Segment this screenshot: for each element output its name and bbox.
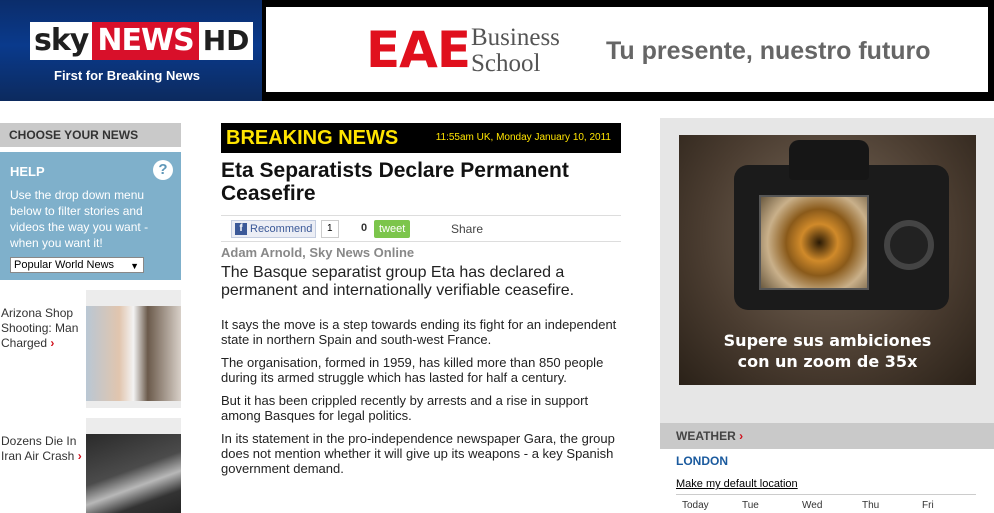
tweet-button[interactable]: tweet [374,220,411,238]
eae-slogan: Tu presente, nuestro futuro [606,37,931,65]
weather-day: Tue [742,500,759,511]
article-paragraph: But it has been crippled recently by arr… [221,393,589,423]
chevron-down-icon: ▼ [130,261,139,271]
article-intro: The Basque separatist group Eta has decl… [221,264,575,299]
story-title: Dozens Die In Iran Air Crash [1,434,77,463]
story-title: Arizona Shop Shooting: Man Charged [1,306,79,350]
eae-logo: EAE [366,21,471,79]
logo-area: sky NEWS HD First for Breaking News [0,0,262,101]
story-thumbnail[interactable] [86,306,181,401]
tweet-count: 0 [361,222,368,234]
weather-days-row: Today Tue Wed Thu Fri [676,494,976,511]
weather-title: WEATHER [676,429,736,443]
logo-news: NEWS [92,22,199,60]
arrow-right-icon: › [77,449,82,463]
weather-day: Fri [922,500,934,511]
story-item[interactable]: Dozens Die In Iran Air Crash › [0,418,181,513]
ad-caption-line1: Supere sus ambiciones [723,331,932,350]
facebook-icon: f [235,223,247,235]
weather-day: Wed [802,500,823,511]
arrow-right-icon: › [50,336,55,350]
help-text: Use the drop down menu below to filter s… [10,188,149,250]
story-item[interactable]: Arizona Shop Shooting: Man Charged › [0,290,181,408]
story-link[interactable]: Dozens Die In Iran Air Crash › [0,418,86,513]
logo-hd: HD [198,22,254,60]
article-column: BREAKING NEWS 11:55am UK, Monday January… [221,123,621,476]
camera-dial [884,220,934,270]
logo-sky: sky [30,22,93,60]
breaking-news-label: BREAKING NEWS [226,127,399,149]
help-title: HELP [10,164,45,179]
left-column: CHOOSE YOUR NEWS HELP ? Use the drop dow… [0,123,181,513]
weather-widget: LONDON Make my default location Today Tu… [660,449,994,513]
weather-day: Thu [862,500,880,511]
breaking-news-bar: BREAKING NEWS 11:55am UK, Monday January… [221,123,621,153]
recommend-count: 1 [321,220,339,238]
article-paragraph: In its statement in the pro-independence… [221,431,615,476]
article-paragraph: It says the move is a step towards endin… [221,317,617,347]
ad-caption-line2: con un zoom de 35x [737,352,918,371]
weather-day: Today [682,500,709,511]
byline: Adam Arnold, Sky News Online [221,245,415,260]
article-headline: Eta Separatists Declare Permanent Ceasef… [221,159,569,205]
weather-city[interactable]: LONDON [676,454,728,468]
eae-school-text: School [471,50,541,77]
sky-news-hd-logo[interactable]: sky NEWS HD [30,22,254,60]
timestamp: 11:55am UK, Monday January 10, 2011 [435,132,611,143]
camera-ad[interactable]: Supere sus ambiciones con un zoom de 35x [679,135,976,385]
choose-your-news-heading: CHOOSE YOUR NEWS [0,123,181,147]
tagline: First for Breaking News [54,68,200,83]
news-filter-select[interactable]: Popular World News ▼ [10,257,144,273]
recommend-label: Recommend [250,223,313,235]
weather-heading[interactable]: WEATHER › [660,423,994,449]
question-icon[interactable]: ? [153,160,173,180]
facebook-recommend-button[interactable]: f Recommend [231,220,317,238]
site-header: sky NEWS HD First for Breaking News EAE … [0,0,994,101]
article-paragraph: The organisation, formed in 1959, has ki… [221,355,604,385]
camera-image [734,140,949,310]
help-box: HELP ? Use the drop down menu below to f… [0,152,181,280]
share-link[interactable]: Share [451,222,483,236]
make-default-location-link[interactable]: Make my default location [676,478,798,490]
right-column: Supere sus ambiciones con un zoom de 35x… [660,118,994,513]
share-toolbar: f Recommend 1 0 tweet Share [221,215,621,242]
eae-ad-banner[interactable]: EAE Business School Tu presente, nuestro… [265,6,989,93]
story-link[interactable]: Arizona Shop Shooting: Man Charged › [0,290,86,408]
arrow-right-icon: › [739,429,744,443]
eae-business-text: Business [471,24,560,51]
camera-screen [759,195,869,290]
story-thumbnail[interactable] [86,434,181,513]
news-filter-value: Popular World News [14,259,115,271]
camera-viewfinder [789,140,869,180]
